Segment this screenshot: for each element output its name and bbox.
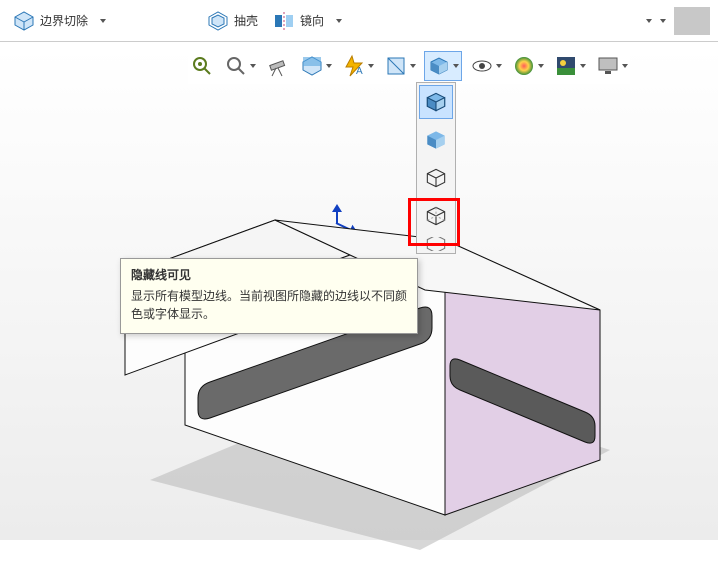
shaded-with-edges-option[interactable]	[419, 85, 453, 119]
boundary-cut-icon	[12, 9, 36, 33]
display-style-button[interactable]	[424, 51, 462, 81]
svg-text:A: A	[356, 66, 363, 77]
scene-icon	[554, 54, 578, 78]
normal-to-icon	[384, 54, 408, 78]
model-part	[90, 160, 650, 560]
appearance-button[interactable]	[510, 52, 546, 80]
eye-icon	[470, 54, 494, 78]
tooltip: 隐藏线可见 显示所有模型边线。当前视图所隐藏的边线以不同颜色或字体显示。	[120, 258, 418, 334]
section-button[interactable]	[298, 52, 334, 80]
hidden-visible-option[interactable]	[419, 199, 453, 233]
telescope-icon	[266, 54, 290, 78]
chevron-down-icon[interactable]	[453, 64, 459, 68]
display-style-dropdown	[416, 82, 456, 254]
dropdown-arrow-icon[interactable]	[646, 19, 652, 23]
draft-button[interactable]: A	[340, 52, 376, 80]
chevron-down-icon[interactable]	[326, 64, 332, 68]
ribbon: 边界切除 抽壳 镜向	[0, 0, 718, 42]
tooltip-body: 显示所有模型边线。当前视图所隐藏的边线以不同颜色或字体显示。	[131, 288, 407, 323]
display-style-icon	[427, 54, 451, 78]
tooltip-title: 隐藏线可见	[131, 267, 407, 284]
dropdown-arrow-icon[interactable]	[100, 19, 106, 23]
pan-button[interactable]	[264, 52, 292, 80]
zoom-area-button[interactable]	[222, 52, 258, 80]
chevron-down-icon[interactable]	[368, 64, 374, 68]
hide-show-button[interactable]	[468, 52, 504, 80]
dropdown-arrow-icon[interactable]	[336, 19, 342, 23]
dropdown-arrow-icon[interactable]	[660, 19, 666, 23]
chevron-down-icon[interactable]	[622, 64, 628, 68]
monitor-icon	[596, 54, 620, 78]
shell-icon	[206, 9, 230, 33]
chevron-down-icon[interactable]	[538, 64, 544, 68]
shell-button[interactable]: 抽壳	[202, 7, 262, 35]
wireframe-option[interactable]	[419, 237, 453, 251]
boundary-cut-button[interactable]: 边界切除	[8, 7, 92, 35]
zoom-fit-button[interactable]	[188, 52, 216, 80]
appearance-icon	[512, 54, 536, 78]
mirror-label: 镜向	[300, 12, 324, 29]
chevron-down-icon[interactable]	[496, 64, 502, 68]
view-toolbar: A	[188, 48, 630, 84]
ribbon-selected-slot[interactable]	[674, 7, 710, 35]
lightning-icon: A	[342, 54, 366, 78]
scene-button[interactable]	[552, 52, 588, 80]
shell-label: 抽壳	[234, 12, 258, 29]
hidden-removed-option[interactable]	[419, 161, 453, 195]
boundary-cut-label: 边界切除	[40, 12, 88, 29]
render-button[interactable]	[594, 52, 630, 80]
section-icon	[300, 54, 324, 78]
chevron-down-icon[interactable]	[410, 64, 416, 68]
mirror-icon	[272, 9, 296, 33]
mirror-button[interactable]: 镜向	[268, 7, 328, 35]
shaded-option[interactable]	[419, 123, 453, 157]
zoom-fit-icon	[190, 54, 214, 78]
chevron-down-icon[interactable]	[250, 64, 256, 68]
zoom-area-icon	[224, 54, 248, 78]
normal-to-button[interactable]	[382, 52, 418, 80]
chevron-down-icon[interactable]	[580, 64, 586, 68]
